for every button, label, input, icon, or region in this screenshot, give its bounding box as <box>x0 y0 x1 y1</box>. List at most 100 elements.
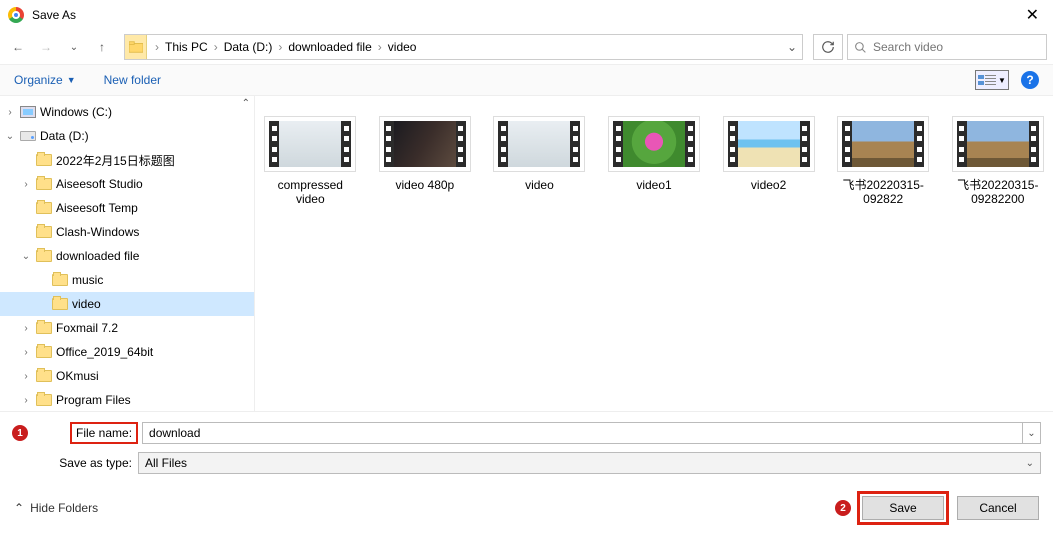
video-preview <box>967 121 1029 167</box>
address-dropdown[interactable]: ⌄ <box>782 40 802 54</box>
file-thumbnail[interactable]: video <box>492 116 587 207</box>
expander-icon[interactable]: › <box>20 347 32 358</box>
video-preview <box>852 121 914 167</box>
hide-folders-label: Hide Folders <box>30 501 98 515</box>
video-frame <box>723 116 815 172</box>
expander-icon[interactable]: › <box>20 371 32 382</box>
tree-item[interactable]: ›Program Files <box>0 388 254 411</box>
save-button[interactable]: Save <box>862 496 944 520</box>
folder-tree[interactable]: ⌃ › Windows (C:) ⌄ Data (D:) 2022年2月15日标题图 › A… <box>0 96 255 411</box>
tree-item-label: OKmusi <box>56 369 99 383</box>
search-box[interactable] <box>847 34 1047 60</box>
refresh-button[interactable] <box>813 34 843 60</box>
file-thumbnail[interactable]: 飞书20220315-092822 <box>836 116 931 207</box>
filename-dropdown[interactable]: ⌄ <box>1023 422 1041 444</box>
tree-item[interactable]: › Aiseesoft Studio <box>0 172 254 196</box>
expander-icon[interactable]: › <box>20 395 32 406</box>
cancel-button[interactable]: Cancel <box>957 496 1039 520</box>
expander-icon[interactable]: ⌄ <box>20 251 32 262</box>
file-list[interactable]: compressed videovideo 480p video video1vid… <box>255 96 1053 411</box>
titlebar: Save As ✕ <box>0 0 1053 30</box>
close-button[interactable]: ✕ <box>1020 5 1045 25</box>
new-folder-label: New folder <box>104 73 161 87</box>
folder-icon <box>52 298 68 310</box>
type-label: Save as type: <box>56 456 138 470</box>
film-sprocket-icon <box>456 121 466 167</box>
bottom-panel: 1 File name: ⌄ Save as type: All Files ⌄ <box>0 411 1053 484</box>
annotation-marker-2: 2 <box>835 500 851 516</box>
tree-item-label: video <box>72 297 101 311</box>
tree-item-label: music <box>72 273 103 287</box>
film-sprocket-icon <box>728 121 738 167</box>
video-frame <box>837 116 929 172</box>
breadcrumb-item[interactable]: Data (D:) <box>222 38 275 56</box>
type-combo[interactable]: All Files ⌄ <box>138 452 1041 474</box>
breadcrumb-item[interactable]: This PC <box>163 38 210 56</box>
chevron-up-icon: ⌃ <box>14 501 24 515</box>
tree-item-label: Foxmail 7.2 <box>56 321 118 335</box>
film-sprocket-icon <box>613 121 623 167</box>
file-thumbnail[interactable]: video 480p <box>378 116 473 207</box>
video-frame <box>608 116 700 172</box>
expander-icon[interactable]: ⌄ <box>4 131 16 142</box>
tree-item-label: Office_2019_64bit <box>56 345 153 359</box>
tree-item[interactable]: ⌄ Data (D:) <box>0 124 254 148</box>
breadcrumb-item[interactable]: downloaded file <box>286 38 373 56</box>
folder-icon <box>36 250 52 262</box>
video-preview <box>279 121 341 167</box>
view-mode-button[interactable]: ▼ <box>975 70 1009 90</box>
tree-item[interactable]: › OKmusi <box>0 364 254 388</box>
tree-item[interactable]: video <box>0 292 254 316</box>
file-thumbnail[interactable]: video1 <box>607 116 702 207</box>
tree-item-label: Aiseesoft Studio <box>56 177 143 191</box>
filename-input[interactable] <box>142 422 1023 444</box>
tree-item[interactable]: Aiseesoft Temp <box>0 196 254 220</box>
video-frame <box>264 116 356 172</box>
expander-icon[interactable]: › <box>20 179 32 190</box>
chevron-down-icon: ⌄ <box>1026 458 1034 469</box>
chevron-right-icon[interactable]: › <box>153 40 161 54</box>
breadcrumb-item[interactable]: video <box>386 38 419 56</box>
folder-icon <box>36 154 52 166</box>
tree-item[interactable]: › Windows (C:) <box>0 100 254 124</box>
address-bar[interactable]: › This PC › Data (D:) › downloaded file … <box>124 34 803 60</box>
tree-item[interactable]: 2022年2月15日标题图 <box>0 148 254 172</box>
folder-icon <box>36 202 52 214</box>
video-preview <box>508 121 570 167</box>
folder-icon <box>36 322 52 334</box>
scroll-up-icon[interactable]: ⌃ <box>242 98 250 109</box>
film-sprocket-icon <box>800 121 810 167</box>
expander-icon[interactable]: › <box>20 323 32 334</box>
up-button[interactable]: ↑ <box>90 35 114 59</box>
file-thumbnail[interactable]: 飞书20220315-09282200 <box>950 116 1045 207</box>
folder-icon <box>36 346 52 358</box>
hide-folders-button[interactable]: ⌃ Hide Folders <box>14 501 98 515</box>
chevron-down-icon: ▼ <box>998 76 1006 85</box>
back-button[interactable]: ← <box>6 35 30 59</box>
help-button[interactable]: ? <box>1021 71 1039 89</box>
video-frame <box>379 116 471 172</box>
tree-item-label: Windows (C:) <box>40 105 112 119</box>
file-thumbnail[interactable]: video2 <box>721 116 816 207</box>
tree-item-label: downloaded file <box>56 249 139 263</box>
tree-item[interactable]: music <box>0 268 254 292</box>
video-frame <box>952 116 1044 172</box>
search-input[interactable] <box>873 40 1040 54</box>
mon-icon <box>20 106 36 118</box>
tree-item[interactable]: ⌄ downloaded file <box>0 244 254 268</box>
recent-button[interactable]: ⌄ <box>62 35 86 59</box>
file-name: 飞书20220315-09282200 <box>950 178 1045 207</box>
forward-button[interactable]: → <box>34 35 58 59</box>
tree-item[interactable]: › Office_2019_64bit <box>0 340 254 364</box>
file-name: video <box>492 178 587 192</box>
file-thumbnail[interactable]: compressed video <box>263 116 358 207</box>
film-sprocket-icon <box>498 121 508 167</box>
video-preview <box>623 121 685 167</box>
tree-item[interactable]: Clash-Windows <box>0 220 254 244</box>
expander-icon[interactable]: › <box>4 107 16 118</box>
tree-item-label: Data (D:) <box>40 129 89 143</box>
new-folder-button[interactable]: New folder <box>104 73 161 87</box>
tree-item[interactable]: › Foxmail 7.2 <box>0 316 254 340</box>
annotation-marker-1: 1 <box>12 425 28 441</box>
organize-button[interactable]: Organize ▼ <box>14 73 76 87</box>
